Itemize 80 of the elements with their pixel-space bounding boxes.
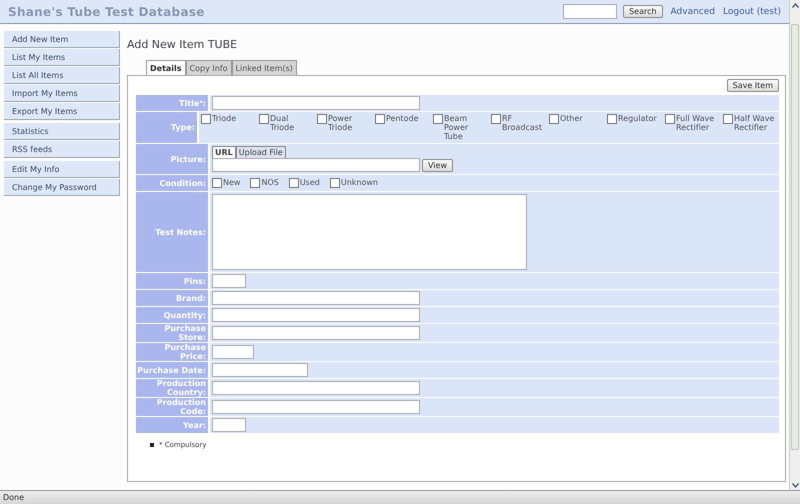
sidebar-item[interactable]: List My Items: [4, 49, 120, 66]
input-field[interactable]: [212, 326, 420, 340]
scroll-up-icon[interactable]: [790, 0, 800, 10]
checkbox[interactable]: [491, 114, 501, 124]
site-title: Shane's Tube Test Database: [8, 4, 205, 18]
sidebar-item[interactable]: List All Items: [4, 67, 120, 84]
checkbox-label: Unknown: [340, 178, 378, 187]
tab[interactable]: Copy Info: [186, 60, 232, 75]
checkbox[interactable]: [330, 178, 340, 188]
checkbox[interactable]: [259, 114, 269, 124]
tab[interactable]: URL: [212, 146, 236, 158]
sidebar-item[interactable]: Add New Item: [4, 31, 120, 48]
checkbox-label: Other: [560, 114, 584, 123]
sidebar-item[interactable]: Edit My Info: [4, 161, 120, 178]
checkbox-label: Power Triode: [328, 114, 354, 132]
checkbox[interactable]: [212, 178, 222, 188]
field-label: Purchase Price:: [136, 343, 208, 361]
search-field[interactable]: [563, 4, 618, 19]
input-field[interactable]: [212, 291, 420, 305]
notes-field[interactable]: [212, 194, 527, 270]
checkbox-label: Pentode: [386, 114, 420, 123]
checkbox-label: Beam Power Tube: [444, 114, 470, 141]
view-button[interactable]: View: [422, 158, 453, 172]
tab[interactable]: Upload File: [236, 146, 286, 158]
input-field[interactable]: [212, 96, 420, 110]
sidebar-item[interactable]: RSS feeds: [4, 141, 120, 158]
checkbox-label: Dual Triode: [270, 114, 296, 132]
field-label: Production Code:: [136, 398, 208, 416]
sidebar-item[interactable]: Statistics: [4, 123, 120, 140]
checkbox-label: New: [223, 178, 240, 187]
field-label: Purchase Store:: [136, 324, 208, 342]
status-text: Done: [3, 493, 24, 502]
checkbox[interactable]: [607, 114, 617, 124]
input-field[interactable]: [212, 274, 246, 288]
field-label: Year:: [136, 417, 208, 433]
field-label: Pins:: [136, 273, 208, 289]
field-label: Production Country:: [136, 379, 208, 397]
input-field[interactable]: [212, 308, 420, 322]
checkbox-label: NOS: [261, 178, 279, 187]
bullet-icon: [150, 443, 154, 447]
scrollbar[interactable]: [789, 0, 800, 490]
checkbox-label: Used: [300, 178, 320, 187]
sidebar-item[interactable]: Export My Items: [4, 103, 120, 120]
tab[interactable]: Details: [146, 60, 186, 75]
checkbox[interactable]: [288, 178, 299, 188]
checkbox[interactable]: [433, 114, 443, 124]
field-label: Picture:: [136, 144, 208, 174]
field-label: Condition:: [136, 175, 208, 191]
checkbox-label: Triode: [212, 114, 238, 123]
checkbox-label: RF Broadcast: [502, 114, 544, 132]
input-field[interactable]: [212, 381, 420, 395]
tab[interactable]: Linked Item(s): [232, 60, 297, 75]
checkbox[interactable]: [375, 114, 385, 124]
sidebar-item[interactable]: Change My Password: [4, 179, 120, 196]
header-link[interactable]: Advanced: [670, 6, 716, 16]
field-label: Quantity:: [136, 307, 208, 323]
field-label: Purchase Date:: [136, 362, 208, 378]
sidebar-item[interactable]: Import My Items: [4, 85, 120, 102]
field-label: Test Notes:: [136, 192, 208, 272]
input-field[interactable]: [212, 418, 246, 432]
checkbox-label: Regulator: [618, 114, 658, 123]
checkbox[interactable]: [665, 114, 675, 124]
checkbox[interactable]: [549, 114, 559, 124]
checkbox[interactable]: [317, 114, 327, 124]
input-field[interactable]: [212, 363, 308, 377]
checkbox[interactable]: [201, 114, 211, 124]
search-button[interactable]: Search: [623, 5, 663, 18]
url-field[interactable]: [212, 158, 420, 172]
save-button[interactable]: Save Item: [726, 79, 779, 92]
checkbox-label: Full Wave Rectifier: [676, 114, 716, 132]
header-link[interactable]: Logout (test): [723, 6, 781, 16]
input-field[interactable]: [212, 400, 420, 414]
checkbox-label: Half Wave Rectifier: [734, 114, 776, 132]
input-field[interactable]: [212, 345, 254, 359]
checkbox[interactable]: [723, 114, 733, 124]
page-title: Add New Item TUBE: [127, 38, 238, 51]
field-label: Type:: [136, 112, 197, 143]
field-label: Brand:: [136, 290, 208, 306]
checkbox[interactable]: [250, 178, 260, 188]
scroll-thumb[interactable]: [791, 24, 799, 450]
